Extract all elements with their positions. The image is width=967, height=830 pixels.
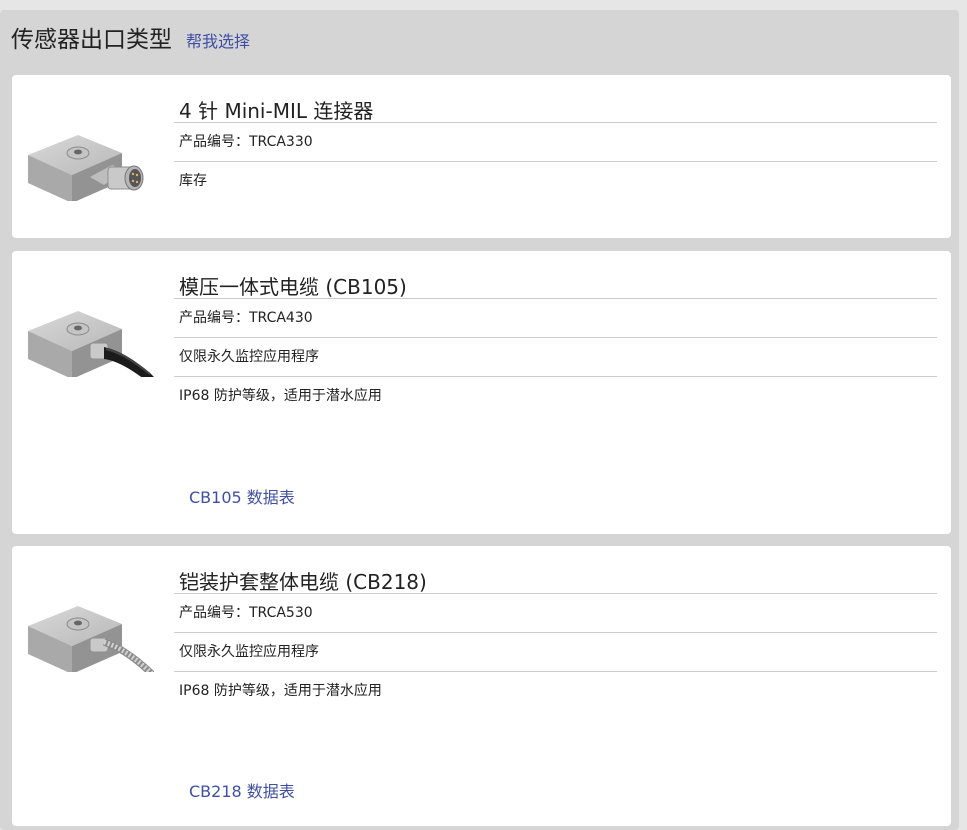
sensor-connector-image [28,135,144,201]
product-title: 4 针 Mini-MIL 连接器 [174,75,937,123]
product-card-trca530[interactable]: 铠装护套整体电缆 (CB218) 产品编号：TRCA530 仅限永久监控应用程序… [12,546,951,826]
sensor-armored-cable-image [28,606,154,672]
product-title: 模压一体式电缆 (CB105) [174,251,937,299]
stock-status: 库存 [179,173,207,189]
section-title: 传感器出口类型 [11,27,172,53]
application-note: 仅限永久监控应用程序 [174,338,937,377]
part-number: 产品编号：TRCA430 [174,299,937,338]
product-title: 铠装护套整体电缆 (CB218) [174,546,937,594]
cb105-datasheet-link[interactable]: CB105 数据表 [189,484,295,508]
part-number: 产品编号：TRCA330 [174,123,937,162]
product-card-trca330[interactable]: 4 针 Mini-MIL 连接器 产品编号：TRCA330 库存 [12,75,951,238]
part-number: 产品编号：TRCA530 [174,594,937,633]
ip-rating-note: IP68 防护等级，适用于潜水应用 [179,683,382,699]
help-me-choose-link[interactable]: 帮我选择 [186,28,250,52]
application-note: 仅限永久监控应用程序 [174,633,937,672]
sensor-molded-cable-image [28,311,154,377]
cb218-datasheet-link[interactable]: CB218 数据表 [189,778,295,802]
section-header: 传感器出口类型 帮我选择 [11,20,250,54]
product-card-trca430[interactable]: 模压一体式电缆 (CB105) 产品编号：TRCA430 仅限永久监控应用程序 … [12,251,951,534]
ip-rating-note: IP68 防护等级，适用于潜水应用 [179,388,382,404]
